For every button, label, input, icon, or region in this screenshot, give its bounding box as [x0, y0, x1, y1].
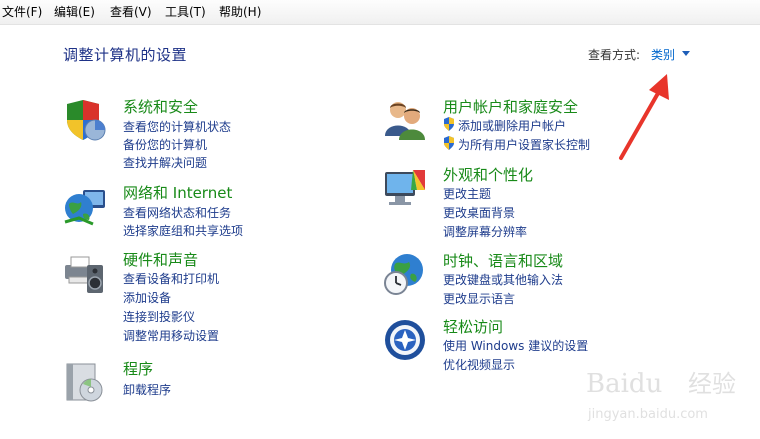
printer-speaker-icon[interactable]	[63, 251, 107, 295]
link-windows-recommended[interactable]: 使用 Windows 建议的设置	[443, 337, 588, 354]
link-troubleshoot[interactable]: 查找并解决问题	[123, 154, 207, 171]
link-optimize-display[interactable]: 优化视频显示	[443, 356, 515, 373]
link-change-theme[interactable]: 更改主题	[443, 185, 491, 202]
category-title-network[interactable]: 网络和 Internet	[123, 182, 232, 203]
link-screen-resolution[interactable]: 调整屏幕分辨率	[443, 223, 527, 240]
programs-disc-icon[interactable]	[63, 360, 107, 404]
link-view-computer-status[interactable]: 查看您的计算机状态	[123, 118, 231, 135]
users-icon[interactable]	[383, 98, 427, 142]
category-title-programs[interactable]: 程序	[123, 358, 153, 379]
view-by-dropdown[interactable]: 类别	[651, 46, 675, 63]
menu-view[interactable]: 查看(V)	[110, 5, 152, 19]
link-connect-projector[interactable]: 连接到投影仪	[123, 308, 195, 325]
link-uninstall-program[interactable]: 卸载程序	[123, 381, 171, 398]
link-homegroup[interactable]: 选择家庭组和共享选项	[123, 222, 243, 239]
link-desktop-background[interactable]: 更改桌面背景	[443, 204, 515, 221]
link-parental-controls[interactable]: 为所有用户设置家长控制	[458, 136, 590, 153]
annotation-arrow	[619, 74, 669, 160]
link-network-status[interactable]: 查看网络状态和任务	[123, 204, 231, 221]
category-title-ease[interactable]: 轻松访问	[443, 316, 503, 337]
globe-network-icon[interactable]	[63, 184, 107, 228]
page-title: 调整计算机的设置	[63, 46, 188, 64]
monitor-paint-icon[interactable]	[383, 166, 427, 210]
watermark-url: jingyan.baidu.com	[587, 407, 708, 422]
baidu-jingyan-watermark: Baidu 经验 jingyan.baidu.com	[586, 369, 736, 422]
link-devices-printers[interactable]: 查看设备和打印机	[123, 270, 219, 287]
link-keyboard-input[interactable]: 更改键盘或其他输入法	[443, 271, 563, 288]
uac-shield-icon	[444, 136, 454, 150]
category-title-hardware[interactable]: 硬件和声音	[123, 249, 198, 270]
link-display-language[interactable]: 更改显示语言	[443, 290, 515, 307]
menu-edit[interactable]: 编辑(E)	[54, 5, 95, 19]
watermark-brand: Baidu	[586, 369, 662, 399]
globe-clock-icon[interactable]	[383, 252, 427, 296]
chevron-down-icon[interactable]	[682, 51, 690, 56]
link-add-device[interactable]: 添加设备	[123, 289, 171, 306]
link-backup-computer[interactable]: 备份您的计算机	[123, 136, 207, 153]
category-title-appearance[interactable]: 外观和个性化	[443, 164, 533, 185]
menu-file[interactable]: 文件(F)	[2, 5, 42, 19]
accessibility-icon[interactable]	[383, 318, 427, 362]
category-title-system[interactable]: 系统和安全	[123, 96, 198, 117]
menu-tools[interactable]: 工具(T)	[165, 5, 206, 19]
view-by-label: 查看方式:	[588, 48, 641, 62]
link-mobility-settings[interactable]: 调整常用移动设置	[123, 327, 219, 344]
category-title-clock[interactable]: 时钟、语言和区域	[443, 250, 563, 271]
uac-shield-icon	[444, 117, 454, 131]
menu-bar: 文件(F) 编辑(E) 查看(V) 工具(T) 帮助(H)	[0, 0, 760, 25]
category-title-users[interactable]: 用户帐户和家庭安全	[443, 96, 578, 117]
shield-chart-icon[interactable]	[63, 98, 107, 142]
watermark-cn: 经验	[688, 370, 736, 398]
link-add-remove-users[interactable]: 添加或删除用户帐户	[458, 117, 566, 134]
menu-help[interactable]: 帮助(H)	[219, 5, 261, 19]
